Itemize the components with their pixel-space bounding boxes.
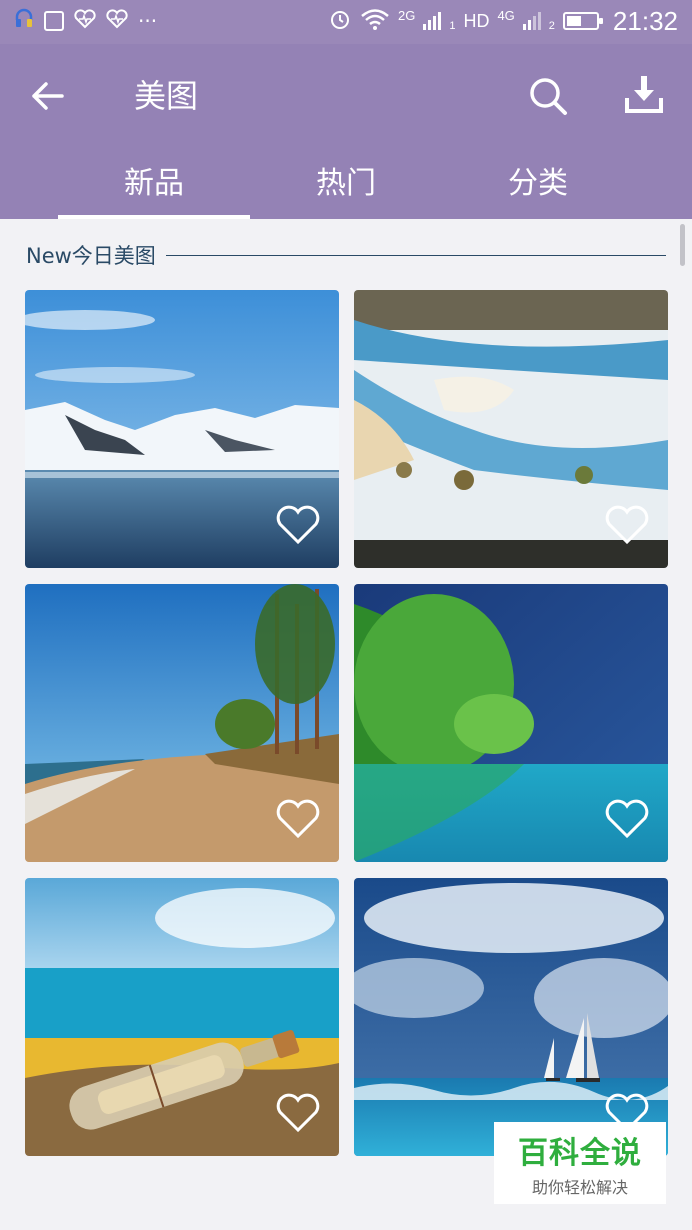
sim2-label: 2 (548, 20, 555, 32)
heart-icon[interactable] (275, 798, 321, 840)
section-divider (165, 254, 666, 256)
image-card-bottle[interactable] (25, 878, 339, 1156)
signal-2-icon (522, 12, 541, 30)
alarm-icon (328, 7, 352, 35)
watermark-logo: 百科全说 助你轻松解决 (494, 1122, 666, 1204)
app-bar: 美图 新品 热门 分类 (0, 44, 692, 219)
search-icon (530, 78, 567, 115)
headset-icon (14, 8, 34, 34)
image-card-sailboats[interactable] (354, 878, 668, 1156)
watermark-title: 百科全说 (518, 1136, 642, 1171)
image-icon (44, 11, 64, 31)
heart-icon[interactable] (275, 1092, 321, 1134)
search-button[interactable] (522, 70, 574, 122)
image-card-green-lake[interactable] (354, 584, 668, 862)
image-card-mountains[interactable] (25, 290, 339, 568)
tab-category[interactable]: 分类 (442, 140, 634, 219)
download-button[interactable] (618, 68, 670, 120)
battery-icon (562, 12, 603, 30)
page-title: 美图 (134, 77, 199, 115)
network-4g-label: 4G (497, 8, 515, 23)
sim1-label: 1 (449, 20, 456, 32)
tab-indicator (58, 215, 250, 219)
tab-new[interactable]: 新品 (58, 140, 250, 219)
notification-icons: ··· (14, 8, 158, 34)
wifi-icon (360, 8, 390, 34)
back-button[interactable] (22, 72, 74, 120)
network-2g-label: 2G (397, 8, 416, 23)
heart-icon[interactable] (275, 504, 321, 546)
more-notifications-icon: ··· (138, 9, 158, 33)
system-icons: 2G 1 HD 4G 2 21:32 (328, 6, 678, 36)
health-icon (74, 9, 96, 33)
image-card-beach-trees[interactable] (25, 584, 339, 862)
network-hd-label: HD (463, 11, 490, 31)
scrollbar[interactable] (680, 224, 685, 266)
download-icon (625, 76, 663, 113)
section-header: New今日美图 (26, 238, 666, 272)
tab-bar: 新品 热门 分类 (0, 140, 692, 219)
tab-hot[interactable]: 热门 (250, 140, 442, 219)
arrow-left-icon (32, 82, 64, 110)
status-bar: ··· 2G 1 HD 4G 2 21:32 (0, 0, 692, 44)
clock: 21:32 (612, 6, 678, 36)
heart-icon[interactable] (604, 798, 650, 840)
heart-icon[interactable] (604, 504, 650, 546)
watermark-subtitle: 助你轻松解决 (531, 1178, 628, 1197)
section-title: New今日美图 (26, 244, 156, 268)
image-card-aerial-river[interactable] (354, 290, 668, 568)
signal-1-icon (423, 12, 442, 30)
health-icon (106, 9, 128, 33)
